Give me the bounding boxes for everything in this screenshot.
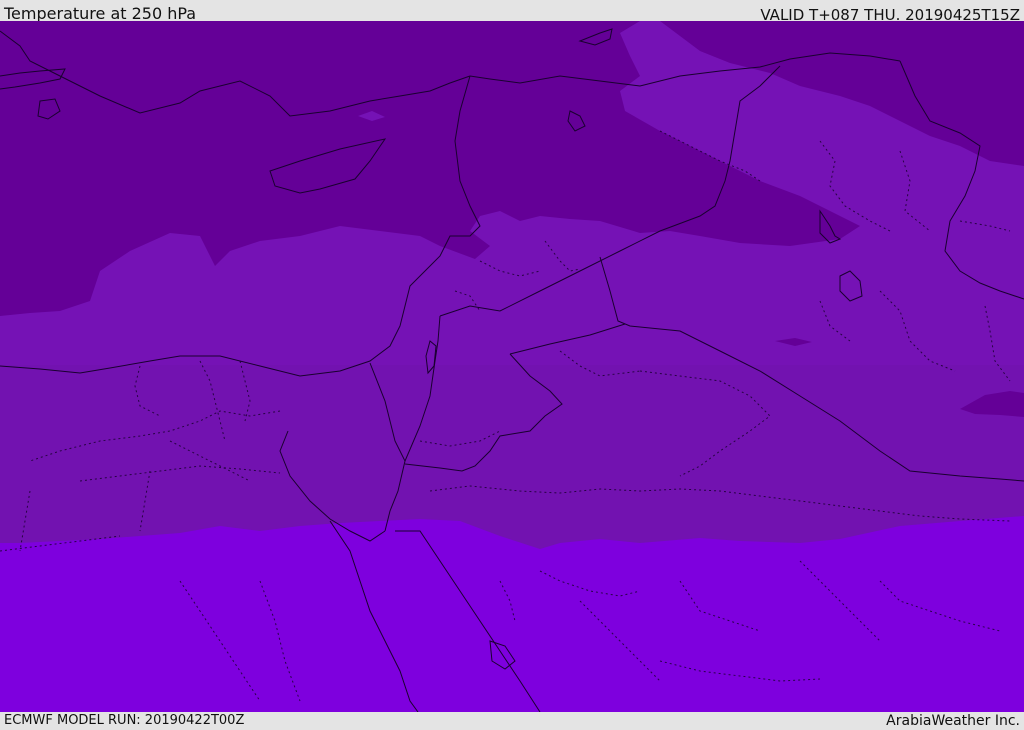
- header-bar: Temperature at 250 hPa VALID T+087 THU. …: [0, 0, 1024, 24]
- map-canvas: [0, 21, 1024, 712]
- footer-bar: ECMWF MODEL RUN: 20190422T00Z ArabiaWeat…: [0, 712, 1024, 729]
- model-run-label: ECMWF MODEL RUN: 20190422T00Z: [4, 713, 245, 728]
- credit-label: ArabiaWeather Inc.: [886, 713, 1020, 729]
- temperature-map[interactable]: [0, 21, 1024, 712]
